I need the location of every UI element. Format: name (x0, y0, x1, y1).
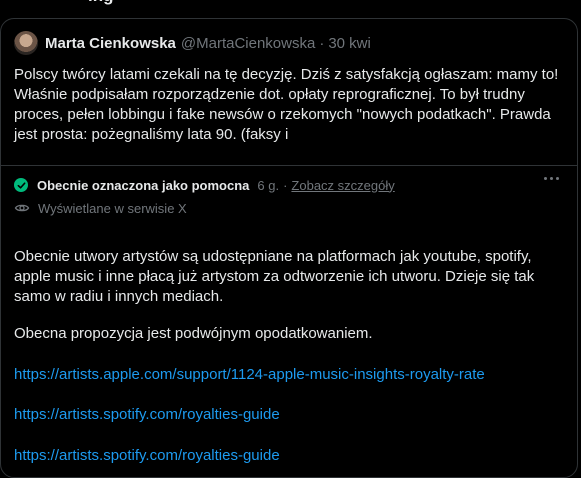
eye-icon (14, 204, 30, 212)
source-link[interactable]: https://artists.apple.com/support/1124-a… (14, 366, 485, 383)
check-icon (14, 178, 28, 192)
note-body: Obecnie utwory artystów są udostępniane … (14, 247, 570, 307)
more-icon[interactable] (544, 177, 559, 180)
author-name[interactable]: Marta Cienkowska (45, 35, 176, 52)
cropped-heading-text: ing (88, 0, 114, 6)
quoted-post-text: Polscy twórcy latami czekali na tę decyz… (14, 66, 559, 143)
note-age: 6 g. (257, 177, 280, 193)
source-link[interactable]: https://artists.spotify.com/royalties-gu… (14, 447, 280, 464)
quoted-post[interactable]: Marta Cienkowska @MartaCienkowska · 30 k… (1, 19, 577, 166)
see-details-link[interactable]: Zobacz szczegóły (291, 178, 394, 193)
community-note-card: Marta Cienkowska @MartaCienkowska · 30 k… (0, 18, 578, 478)
quoted-post-header: Marta Cienkowska @MartaCienkowska · 30 k… (14, 31, 371, 55)
visibility-label: Wyświetlane w serwisie X (38, 200, 187, 216)
note-paragraph: Obecnie utwory artystów są udostępniane … (14, 248, 535, 305)
separator-dot: · (283, 177, 288, 193)
author-handle[interactable]: @MartaCienkowska (181, 35, 315, 52)
note-status-row: Obecnie oznaczona jako pomocna 6 g. · Zo… (14, 175, 395, 195)
separator-dot: · (319, 34, 325, 52)
note-status-label: Obecnie oznaczona jako pomocna (37, 177, 250, 193)
avatar[interactable] (14, 31, 38, 55)
source-link[interactable]: https://artists.spotify.com/royalties-gu… (14, 406, 280, 423)
cropped-heading-fragment: ing (0, 0, 581, 6)
note-paragraph: Obecna propozycja jest podwójnym opodatk… (14, 325, 373, 342)
post-time[interactable]: 30 kwi (328, 35, 371, 52)
community-note: Obecnie oznaczona jako pomocna 6 g. · Zo… (1, 165, 577, 477)
note-visibility-row: Wyświetlane w serwisie X (14, 198, 187, 218)
